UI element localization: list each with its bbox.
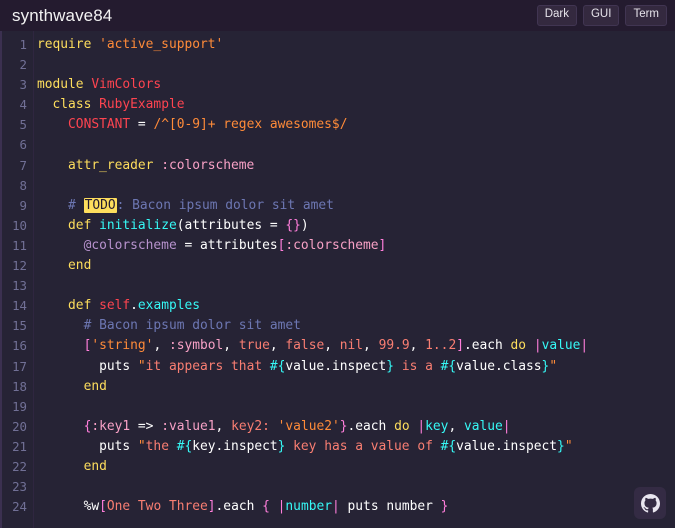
code-line: 10 def initialize(attributes = {}) <box>0 216 675 236</box>
line-content: CONSTANT = /^[0-9]+ regex awesomes$/ <box>68 117 348 133</box>
synthwave84-demo-window: synthwave84 Dark GUI Term 1 require 'act… <box>0 0 675 528</box>
line-number: 3 <box>19 77 27 93</box>
line-content: # TODO: Bacon ipsum dolor sit amet <box>68 197 334 213</box>
code-line: 12 end <box>0 256 675 276</box>
line-number: 7 <box>19 157 27 173</box>
code-line: 14 def self.examples <box>0 296 675 316</box>
code-line: 7 attr_reader :colorscheme <box>0 156 675 176</box>
code-line: 20 {:key1 => :value1, key2: 'value2'}.ea… <box>0 417 675 437</box>
line-number: 2 <box>19 57 27 73</box>
line-content: attr_reader :colorscheme <box>68 157 255 173</box>
line-number: 14 <box>12 298 27 314</box>
line-number: 12 <box>12 258 27 274</box>
line-number: 23 <box>12 479 27 495</box>
code-line: 23 <box>0 477 675 497</box>
line-number: 16 <box>12 338 27 354</box>
code-line: 24 %w[One Two Three].each { |number| put… <box>0 497 675 517</box>
line-content: %w[One Two Three].each { |number| puts n… <box>83 499 449 515</box>
code-line: 5 CONSTANT = /^[0-9]+ regex awesomes$/ <box>0 115 675 135</box>
line-content: end <box>83 458 107 474</box>
github-link-button[interactable] <box>634 487 666 519</box>
line-number: 8 <box>19 177 27 193</box>
line-number: 21 <box>12 438 27 454</box>
line-number: 9 <box>19 197 27 213</box>
line-content: end <box>68 258 92 274</box>
code-line: 3 module VimColors <box>0 75 675 95</box>
line-content: @colorscheme = attributes[:colorscheme] <box>83 237 387 253</box>
line-number: 13 <box>12 278 27 294</box>
github-icon <box>640 493 660 513</box>
line-number: 22 <box>12 458 27 474</box>
app-header: synthwave84 Dark GUI Term <box>0 0 675 31</box>
code-line: 9 # TODO: Bacon ipsum dolor sit amet <box>0 196 675 216</box>
line-content: {:key1 => :value1, key2: 'value2'}.each … <box>83 418 511 434</box>
dark-theme-button[interactable]: Dark <box>536 5 577 26</box>
header-button-group: Dark GUI Term <box>536 5 667 26</box>
code-line: 17 puts "it appears that #{value.inspect… <box>0 357 675 377</box>
code-line: 21 puts "the #{key.inspect} key has a va… <box>0 437 675 457</box>
term-mode-button[interactable]: Term <box>625 5 667 26</box>
line-content: module VimColors <box>37 77 162 93</box>
line-number: 20 <box>12 418 27 434</box>
line-content: end <box>83 378 107 394</box>
line-number: 17 <box>12 358 27 374</box>
line-content: def initialize(attributes = {}) <box>68 217 309 233</box>
code-line: 6 <box>0 135 675 155</box>
gui-mode-button[interactable]: GUI <box>582 5 620 26</box>
line-number: 1 <box>19 37 27 52</box>
code-line: 8 <box>0 176 675 196</box>
line-number: 10 <box>12 217 27 233</box>
code-lines: 1 require 'active_support' 2 3 module Vi… <box>0 31 675 517</box>
line-content: require 'active_support' <box>37 37 224 52</box>
code-line: 4 class RubyExample <box>0 95 675 115</box>
code-line: 1 require 'active_support' <box>0 35 675 55</box>
line-number: 5 <box>19 117 27 133</box>
line-content: def self.examples <box>68 298 201 314</box>
line-content: ['string', :symbol, true, false, nil, 99… <box>83 338 589 354</box>
page-title: synthwave84 <box>12 6 113 25</box>
line-content: class RubyExample <box>52 97 185 113</box>
line-number: 15 <box>12 318 27 334</box>
line-number: 18 <box>12 378 27 394</box>
line-number: 24 <box>12 499 27 515</box>
code-line: 11 @colorscheme = attributes[:colorschem… <box>0 236 675 256</box>
code-line: 13 <box>0 276 675 296</box>
line-number: 11 <box>12 237 27 253</box>
line-content: puts "the #{key.inspect} key has a value… <box>99 438 573 454</box>
code-editor[interactable]: 1 require 'active_support' 2 3 module Vi… <box>0 31 675 528</box>
line-number: 6 <box>19 137 27 153</box>
code-line: 2 <box>0 55 675 75</box>
line-number: 4 <box>19 97 27 113</box>
code-line: 22 end <box>0 457 675 477</box>
code-line: 19 <box>0 397 675 417</box>
line-number: 19 <box>12 398 27 414</box>
code-line: 16 ['string', :symbol, true, false, nil,… <box>0 336 675 356</box>
code-line: 15 # Bacon ipsum dolor sit amet <box>0 316 675 336</box>
todo-highlight: TODO <box>83 197 117 213</box>
line-content: # Bacon ipsum dolor sit amet <box>83 318 301 334</box>
code-line: 18 end <box>0 377 675 397</box>
line-content: puts "it appears that #{value.inspect} i… <box>99 358 558 374</box>
